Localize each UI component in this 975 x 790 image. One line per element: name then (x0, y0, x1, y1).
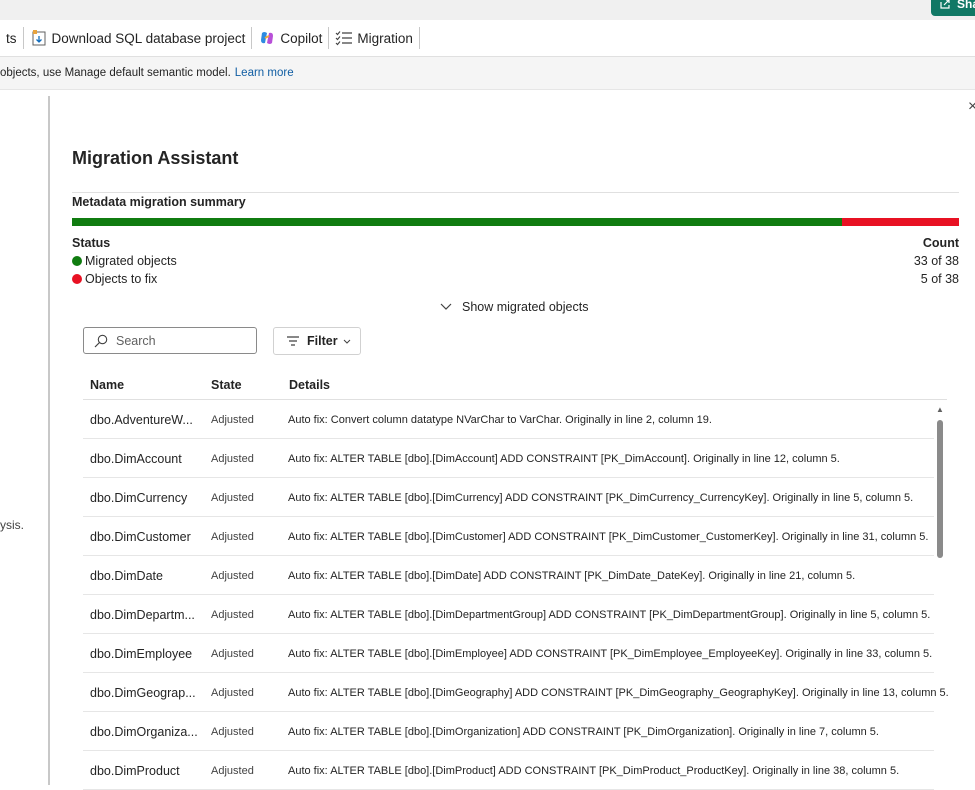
progress-migrated-segment (72, 218, 842, 226)
migration-assistant-panel: × Migration Assistant Metadata migration… (50, 90, 975, 790)
status-to-fix-row: Objects to fix (72, 272, 157, 286)
info-bar-text: objects, use Manage default semantic mod… (0, 67, 231, 79)
row-state: Adjusted (211, 687, 254, 699)
table-row[interactable]: dbo.DimDepartm... Adjusted Auto fix: ALTER… (83, 595, 934, 634)
row-state: Adjusted (211, 531, 254, 543)
migration-progress-bar (72, 218, 959, 226)
close-icon[interactable]: × (968, 98, 975, 116)
row-details: Auto fix: ALTER TABLE [dbo].[DimOrganiza… (288, 726, 879, 738)
migration-label: Migration (357, 30, 413, 46)
scrollbar-thumb[interactable] (937, 420, 943, 558)
row-state: Adjusted (211, 492, 254, 504)
row-details: Auto fix: ALTER TABLE [dbo].[DimCurrency… (288, 492, 914, 504)
row-details: Auto fix: ALTER TABLE [dbo].[DimProduct]… (288, 765, 900, 777)
left-pane-text-fragment: ysis. (0, 518, 24, 532)
status-to-fix-label: Objects to fix (85, 272, 158, 286)
row-state: Adjusted (211, 570, 254, 582)
filter-label: Filter (307, 334, 338, 348)
copilot-label: Copilot (280, 30, 323, 46)
column-header-name[interactable]: Name (90, 378, 124, 392)
learn-more-link[interactable]: Learn more (235, 67, 294, 79)
status-to-fix-count: 5 of 38 (920, 272, 959, 286)
row-name: dbo.DimProduct (90, 764, 180, 778)
objects-table-body: dbo.AdventureW... Adjusted Auto fix: Conve… (83, 400, 949, 790)
row-name: dbo.DimCustomer (90, 530, 191, 544)
row-state: Adjusted (211, 648, 254, 660)
row-details: Auto fix: ALTER TABLE [dbo].[DimGeograph… (288, 687, 949, 699)
search-input[interactable] (114, 332, 248, 349)
share-button[interactable]: Sha (931, 0, 975, 16)
column-header-details[interactable]: Details (289, 378, 330, 392)
count-header: Count (922, 236, 959, 250)
table-row[interactable]: dbo.DimEmployee Adjusted Auto fix: ALTER T… (83, 634, 934, 673)
search-icon (94, 334, 108, 347)
row-name: dbo.DimAccount (90, 452, 182, 466)
row-state: Adjusted (211, 765, 254, 777)
copilot-button[interactable]: Copilot (252, 20, 328, 56)
show-migrated-label: Show migrated objects (462, 300, 589, 314)
scroll-up-arrow-icon[interactable]: ▲ (936, 405, 944, 414)
title-divider (72, 192, 959, 193)
row-name: dbo.AdventureW... (90, 413, 193, 427)
row-name: dbo.DimGeograp... (90, 686, 196, 700)
row-name: dbo.DimOrganiza... (90, 725, 198, 739)
table-row[interactable]: dbo.DimOrganiza... Adjusted Auto fix: ALTE… (83, 712, 934, 751)
panel-title: Migration Assistant (72, 148, 239, 168)
share-label: Sha (957, 0, 975, 11)
row-state: Adjusted (211, 453, 254, 465)
row-state: Adjusted (211, 726, 254, 738)
filter-icon (287, 336, 299, 346)
row-name: dbo.DimDepartm... (90, 608, 195, 622)
row-name: dbo.DimCurrency (90, 491, 188, 505)
top-strip (0, 0, 975, 20)
migration-list-icon (336, 31, 353, 46)
row-details: Auto fix: ALTER TABLE [dbo].[DimDepartme… (288, 609, 931, 621)
table-row[interactable]: dbo.DimAccount Adjusted Auto fix: ALTER TA… (83, 439, 934, 478)
status-migrated-count: 33 of 38 (913, 254, 959, 268)
copilot-icon (261, 32, 274, 44)
download-sql-project-label: Download SQL database project (51, 30, 246, 46)
chevron-down-icon (440, 303, 452, 310)
table-row[interactable]: dbo.AdventureW... Adjusted Auto fix: Conve… (83, 400, 934, 439)
status-migrated-label: Migrated objects (85, 254, 177, 268)
table-row[interactable]: dbo.DimCustomer Adjusted Auto fix: ALTER T… (83, 517, 934, 556)
toolbar-item-fragment[interactable]: ts (0, 20, 23, 56)
filter-button[interactable]: Filter (273, 327, 361, 355)
status-migrated-row: Migrated objects (72, 254, 177, 268)
red-status-dot-icon (72, 274, 82, 284)
table-row[interactable]: dbo.DimDate Adjusted Auto fix: ALTER TABLE… (83, 556, 934, 595)
chevron-down-icon (343, 339, 350, 344)
status-header: Status (72, 236, 111, 250)
search-box[interactable] (83, 327, 257, 354)
row-details: Auto fix: ALTER TABLE [dbo].[DimAccount]… (288, 453, 840, 465)
toolbar-item-fragment-label: ts (6, 30, 17, 46)
row-name: dbo.DimEmployee (90, 647, 193, 661)
row-state: Adjusted (211, 609, 254, 621)
row-name: dbo.DimDate (90, 569, 163, 583)
toolbar-separator (418, 27, 420, 49)
share-icon (940, 0, 950, 9)
table-row[interactable]: dbo.DimCurrency Adjusted Auto fix: ALTER T… (83, 478, 934, 517)
row-details: Auto fix: ALTER TABLE [dbo].[DimDate] AD… (288, 570, 856, 582)
table-row[interactable]: dbo.DimProduct Adjusted Auto fix: ALTER TA… (83, 751, 934, 790)
download-sql-project-button[interactable]: Download SQL database project (24, 20, 252, 56)
progress-to-fix-segment (841, 218, 959, 226)
table-row[interactable]: dbo.DimGeograp... Adjusted Auto fix: ALTER… (83, 673, 949, 712)
info-bar: objects, use Manage default semantic mod… (0, 57, 975, 90)
column-header-state[interactable]: State (211, 378, 242, 392)
green-status-dot-icon (72, 256, 82, 266)
ribbon-toolbar: ts Download SQL database project Copilot… (0, 20, 975, 57)
row-details: Auto fix: ALTER TABLE [dbo].[DimEmployee… (288, 648, 933, 660)
summary-title: Metadata migration summary (72, 195, 246, 209)
left-pane: ysis. (0, 90, 48, 785)
row-state: Adjusted (211, 414, 254, 426)
download-project-icon (32, 30, 46, 46)
show-migrated-objects-toggle[interactable]: Show migrated objects (440, 300, 588, 314)
migration-button[interactable]: Migration (329, 20, 419, 56)
row-details: Auto fix: Convert column datatype NVarCh… (288, 414, 712, 426)
row-details: Auto fix: ALTER TABLE [dbo].[DimCustomer… (288, 531, 929, 543)
